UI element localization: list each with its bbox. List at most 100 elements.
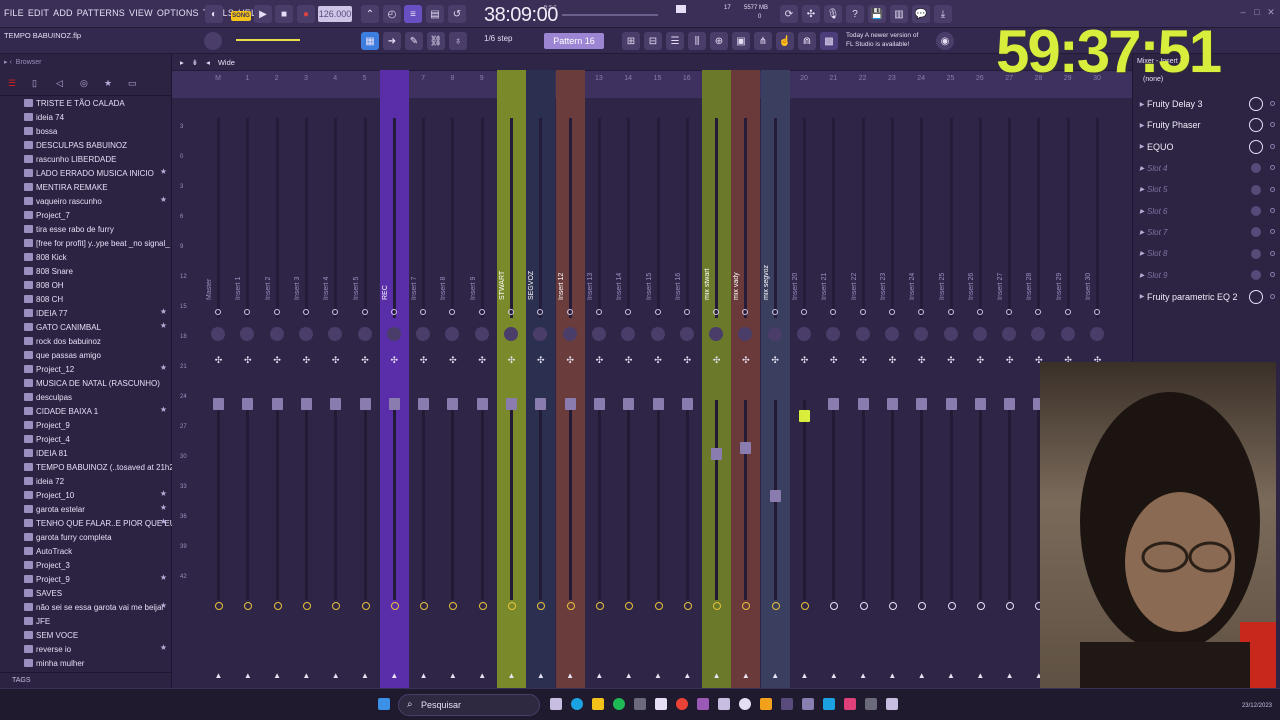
mute-dot[interactable] (332, 309, 339, 315)
record-button[interactable]: ● (297, 5, 315, 23)
browser-item[interactable]: DESCULPAS BABUINOZ (0, 138, 172, 152)
pan-knob[interactable] (386, 327, 401, 341)
favorite-star-icon[interactable]: ★ (160, 405, 167, 414)
effect-enable-dot[interactable] (1270, 122, 1275, 128)
fx-enable-dot[interactable] (859, 602, 868, 610)
favorite-star-icon[interactable]: ★ (160, 517, 167, 526)
stereo-separation-icon[interactable]: ✣ (273, 356, 282, 365)
volume-fader[interactable] (828, 398, 840, 410)
mixer-arrow-icon[interactable]: ▸ (180, 58, 184, 67)
volume-fader[interactable] (886, 398, 898, 410)
volume-fader[interactable] (1004, 398, 1016, 410)
browser-item[interactable]: desculpas (0, 390, 172, 404)
slot-arrow-icon[interactable]: ▶ (1137, 208, 1147, 215)
mute-dot[interactable] (595, 309, 602, 315)
stereo-separation-icon[interactable]: ✣ (331, 356, 340, 365)
fx-enable-dot[interactable] (888, 602, 897, 610)
mute-dot[interactable] (976, 309, 983, 315)
volume-fader[interactable] (769, 490, 781, 502)
mixer-strip[interactable]: Insert 15 ✣ ▲ (644, 70, 673, 688)
strip-name[interactable]: Insert 4 (323, 220, 347, 300)
volume-fader[interactable] (506, 398, 517, 410)
file-icon[interactable]: ▯ (32, 78, 42, 88)
stereo-separation-icon[interactable]: ✣ (1005, 356, 1014, 365)
mute-dot[interactable] (361, 309, 368, 315)
effect-slot[interactable]: ▶ Fruity Phaser (1137, 115, 1277, 135)
save-icon[interactable]: 💾 (868, 5, 886, 23)
stereo-separation-icon[interactable]: ✣ (361, 356, 370, 365)
route-arrow-icon[interactable]: ▲ (361, 671, 370, 680)
start-icon[interactable] (378, 698, 390, 710)
mixer-strip[interactable]: Insert 22 ✣ ▲ (849, 70, 878, 688)
effect-mix-knob[interactable] (1251, 163, 1261, 174)
browser-item[interactable]: GATO CANIMBAL ★ (0, 320, 172, 334)
strip-name[interactable]: Insert 1 (235, 220, 259, 300)
fx-enable-dot[interactable] (830, 602, 839, 610)
stereo-separation-icon[interactable]: ✣ (888, 356, 897, 365)
mute-dot[interactable] (215, 309, 221, 315)
stamp-icon[interactable]: ♁ (449, 32, 467, 50)
route-arrow-icon[interactable]: ▲ (243, 671, 252, 680)
mixer-strip[interactable]: Insert 3 ✣ ▲ (292, 70, 321, 688)
browser-item[interactable]: SEM VOCE (0, 628, 172, 642)
explorer-icon[interactable] (592, 698, 604, 710)
clipboard-icon[interactable]: ▣ (732, 32, 750, 50)
pan-knob[interactable] (328, 327, 343, 341)
mute-dot[interactable] (508, 309, 514, 315)
fx-enable-dot[interactable] (537, 602, 546, 610)
volume-fader[interactable] (974, 398, 986, 410)
tuning-fork-icon[interactable]: ⋔ (754, 32, 772, 50)
mixer-strip[interactable]: mix segvoz ✣ ▲ (760, 70, 790, 688)
pan-knob[interactable] (504, 327, 518, 341)
stereo-separation-icon[interactable]: ✣ (683, 356, 692, 365)
effect-enable-dot[interactable] (1270, 250, 1275, 256)
pan-knob[interactable] (621, 327, 636, 341)
favorite-star-icon[interactable]: ★ (160, 363, 167, 372)
mute-dot[interactable] (302, 309, 309, 315)
strip-name[interactable]: Insert 3 (294, 220, 318, 300)
wait-input-icon[interactable]: ◴ (383, 5, 401, 23)
volume-fader[interactable] (593, 398, 605, 410)
pan-knob[interactable] (884, 327, 899, 341)
snap-selector[interactable]: 1/6 step (484, 34, 512, 43)
browser-item[interactable]: bossa (0, 124, 172, 138)
shop-icon[interactable]: ▩ (820, 32, 838, 50)
effect-mix-knob[interactable] (1251, 248, 1261, 259)
song-mode-badge[interactable]: SONG (231, 11, 251, 21)
browser-item[interactable]: MUSICA DE NATAL (RASCUNHO) (0, 376, 172, 390)
mixer-strip[interactable]: STWART ✣ ▲ (497, 70, 526, 688)
mute-dot[interactable] (947, 309, 954, 315)
tempo-display[interactable]: 126.000 (318, 6, 352, 22)
effect-mix-knob[interactable] (1251, 206, 1261, 216)
route-arrow-icon[interactable]: ▲ (1005, 671, 1014, 680)
stereo-separation-icon[interactable]: ✣ (859, 356, 868, 365)
close-icon[interactable]: ✕ (1266, 7, 1276, 17)
route-arrow-icon[interactable]: ▲ (976, 671, 985, 680)
plugin-browser-icon[interactable]: ◁ (56, 78, 66, 88)
pan-knob[interactable] (943, 327, 958, 341)
effect-enable-dot[interactable] (1270, 208, 1275, 213)
strip-name[interactable]: Insert 15 (646, 220, 670, 300)
edge-icon[interactable] (571, 698, 583, 710)
link-icon[interactable]: ⛓ (427, 32, 445, 50)
favorite-star-icon[interactable]: ★ (160, 601, 167, 610)
mute-dot[interactable] (888, 309, 895, 315)
route-arrow-icon[interactable]: ▲ (448, 671, 457, 680)
mixer-strip[interactable]: Insert 5 ✣ ▲ (351, 70, 380, 688)
strip-name[interactable]: Insert 20 (792, 220, 816, 300)
task-view-icon[interactable] (550, 698, 562, 710)
mixer-strip[interactable]: Insert 20 ✣ ▲ (790, 70, 819, 688)
effect-mix-knob[interactable] (1249, 289, 1263, 304)
menu-item-patterns[interactable]: PATTERNS (77, 8, 125, 18)
favorite-star-icon[interactable]: ★ (160, 573, 167, 582)
volume-fader[interactable] (213, 398, 224, 410)
mixer-strip[interactable]: mix vady ✣ ▲ (731, 70, 761, 688)
effect-enable-dot[interactable] (1270, 165, 1275, 171)
mixer-strip[interactable]: Insert 16 ✣ ▲ (673, 70, 702, 688)
route-arrow-icon[interactable]: ▲ (771, 671, 780, 680)
stereo-separation-icon[interactable]: ✣ (829, 356, 838, 365)
effect-enable-dot[interactable] (1270, 186, 1275, 192)
browser-item[interactable]: não sei se essa garota vai me beijar ★ (0, 600, 172, 614)
browser-arrow-icon[interactable]: ▸ ‹ (4, 58, 12, 66)
mute-dot[interactable] (742, 309, 749, 315)
